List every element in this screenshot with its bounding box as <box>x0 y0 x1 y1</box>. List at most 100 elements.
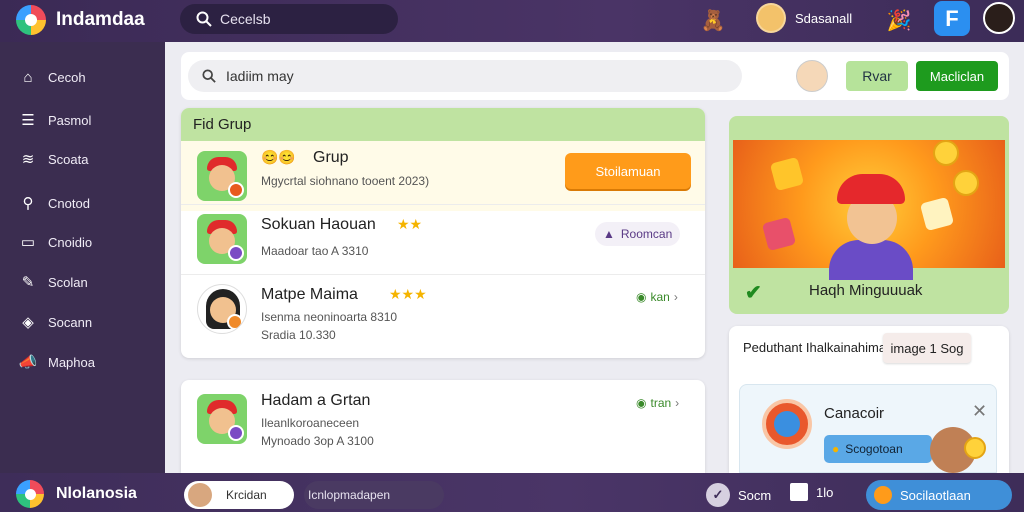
sidebar-item-label: Socann <box>48 314 93 330</box>
row-title: Sokuan Haouan <box>261 216 376 233</box>
sidebar-item-label: Maphoa <box>48 354 95 370</box>
cta-label: Socilaotlaan <box>900 487 971 503</box>
sidebar-item-cecoh[interactable]: ⌂ Cecoh <box>18 66 86 88</box>
sidebar-item-socann[interactable]: ◈ Socann <box>18 311 92 333</box>
avatar <box>197 151 247 201</box>
scogotoan-label: Scogotoan <box>845 442 903 456</box>
group-card: Fid Grup 😊😊 Grup Mgycrtal siohnano tooen… <box>181 108 705 358</box>
roomcan-label: Roomcan <box>620 227 673 241</box>
tile-icon <box>919 196 955 232</box>
avatar[interactable] <box>796 60 828 92</box>
main-search-placeholder: Iadiim may <box>226 68 294 84</box>
bottom-user-pill[interactable]: Krcidan <box>184 481 294 509</box>
top-bar: Indamdaa Cecelsb 🧸 Sdasanall 🎉 F <box>0 0 1024 42</box>
main-search-input[interactable]: Iadiim may <box>188 60 742 92</box>
rvar-button[interactable]: Rvar <box>846 61 908 91</box>
divider <box>181 204 705 205</box>
row-title: Grup <box>313 149 349 166</box>
close-icon[interactable]: ✕ <box>972 401 987 422</box>
avatar <box>188 483 212 507</box>
row-subtitle-2: Sradia 10.330 <box>261 328 336 342</box>
check-icon: ✓ <box>706 483 730 507</box>
stack-icon: ◈ <box>22 314 34 331</box>
bottom-input[interactable]: Icnlopmadapen <box>304 481 444 509</box>
sidebar-item-label: Cnotod <box>48 195 90 211</box>
socm-button[interactable]: ✓ Socm <box>706 483 771 507</box>
app-title: Indamdaa <box>56 9 145 30</box>
sidebar-item-scoata[interactable]: ≋ Scoata <box>18 148 89 170</box>
file-button[interactable]: 1lo <box>790 483 833 501</box>
file-icon <box>790 483 808 501</box>
macliclan-button[interactable]: Macliclan <box>916 61 998 91</box>
star-icon: ★★ <box>397 216 423 232</box>
tile-icon <box>761 216 797 252</box>
divider <box>181 274 705 275</box>
kan-label: kan <box>650 290 670 304</box>
coin-icon: ● <box>832 442 840 456</box>
top-user-name[interactable]: Sdasanall <box>795 11 852 26</box>
row-subtitle: Mgycrtal siohnano tooent 2023) <box>261 174 430 188</box>
chevron-right-icon: › <box>673 290 678 304</box>
bottom-pill-label: Krcidan <box>226 488 267 502</box>
list-item[interactable]: Matpe Maima ★★★ Isenma neoninoarta 8310 … <box>181 278 705 348</box>
stoilamuan-button[interactable]: Stoilamuan <box>565 153 691 189</box>
notice-chip[interactable]: image 1 Sog <box>883 333 971 363</box>
scogotoan-button[interactable]: ● Scogotoan <box>824 435 932 463</box>
socm-label: Socm <box>738 487 772 503</box>
promo-text: Haqh Minguuuak <box>809 282 923 299</box>
badge-icon <box>762 399 812 449</box>
roomcan-button[interactable]: ▲ Roomcan <box>595 222 681 246</box>
row-title: Matpe Maima <box>261 286 358 303</box>
calendar-icon: ▭ <box>20 234 36 251</box>
grid-icon: ☰ <box>21 112 35 129</box>
edit-icon: ✎ <box>21 274 35 291</box>
coin-icon <box>964 437 986 459</box>
avatar <box>197 214 247 264</box>
sidebar-item-label: Cecoh <box>48 69 86 85</box>
coin-icon <box>933 140 959 166</box>
row-subtitle-2: Mynoado 3op A 3100 <box>261 434 374 448</box>
promo-footer: ✔ Haqh Minguuuak <box>729 268 1009 314</box>
promo-illustration <box>733 140 1005 280</box>
notice-name: Canacoir <box>824 405 885 422</box>
sidebar-item-cnoidio[interactable]: ▭ Cnoidio <box>18 231 92 253</box>
top-search-input[interactable]: Cecelsb <box>180 4 398 34</box>
sidebar-item-label: Scolan <box>48 274 88 290</box>
top-search-placeholder: Cecelsb <box>220 11 271 27</box>
search-icon <box>202 69 216 83</box>
sidebar-item-pasmol[interactable]: ☰ Pasmol <box>18 109 91 131</box>
chevron-right-icon: › <box>675 396 680 410</box>
profile-icon[interactable] <box>983 2 1015 34</box>
row-title: Hadam a Grtan <box>261 392 371 409</box>
row-subtitle: Maadoar tao A 3310 <box>261 244 369 258</box>
tile-icon <box>769 156 805 192</box>
sidebar-item-scolan[interactable]: ✎ Scolan <box>18 271 88 293</box>
sticker-icon[interactable]: 🧸 <box>698 5 728 35</box>
check-icon: ✔ <box>745 282 762 304</box>
row-subtitle: Isenma neoninoarta 8310 <box>261 310 398 324</box>
party-icon[interactable]: 🎉 <box>884 5 914 35</box>
app-logo-icon[interactable] <box>16 480 44 508</box>
app-logo-icon[interactable] <box>16 5 46 35</box>
sidebar: ⌂ Cecoh ☰ Pasmol ≋ Scoata ⚲ Cnotod ▭ Cnoidio … <box>0 42 165 473</box>
emoji-icon: 😊😊 <box>261 149 296 165</box>
f-app-icon[interactable]: F <box>934 1 970 36</box>
search-icon: ⚲ <box>22 195 34 212</box>
notice-panel: Canacoir ✕ ● Scogotoan <box>739 384 997 473</box>
check-circle-icon: ◉ <box>636 396 647 410</box>
list-item[interactable]: Sokuan Haouan ★★ Maadoar tao A 3310 ▲ Roo… <box>181 208 705 278</box>
sidebar-item-cnotod[interactable]: ⚲ Cnotod <box>18 192 90 214</box>
kan-link[interactable]: ◉ kan › <box>636 290 678 304</box>
home-icon: ⌂ <box>23 68 33 86</box>
sidebar-item-label: Cnoidio <box>48 234 93 250</box>
file-label: 1lo <box>816 484 834 500</box>
star-icon: ★★★ <box>389 286 427 302</box>
megaphone-icon: 📣 <box>18 354 38 371</box>
arrow-up-icon: ▲ <box>603 227 615 241</box>
socilaotlaan-button[interactable]: Socilaotlaan <box>866 480 1012 510</box>
list-item[interactable]: Hadam a Grtan Ileanlkoroaneceen Mynoado … <box>181 390 705 460</box>
avatar[interactable] <box>756 3 786 33</box>
promo-card[interactable]: ✔ Haqh Minguuuak <box>729 116 1009 314</box>
sidebar-item-maphoa[interactable]: 📣 Maphoa <box>18 351 95 373</box>
tran-link[interactable]: ◉ tran › <box>636 396 679 410</box>
